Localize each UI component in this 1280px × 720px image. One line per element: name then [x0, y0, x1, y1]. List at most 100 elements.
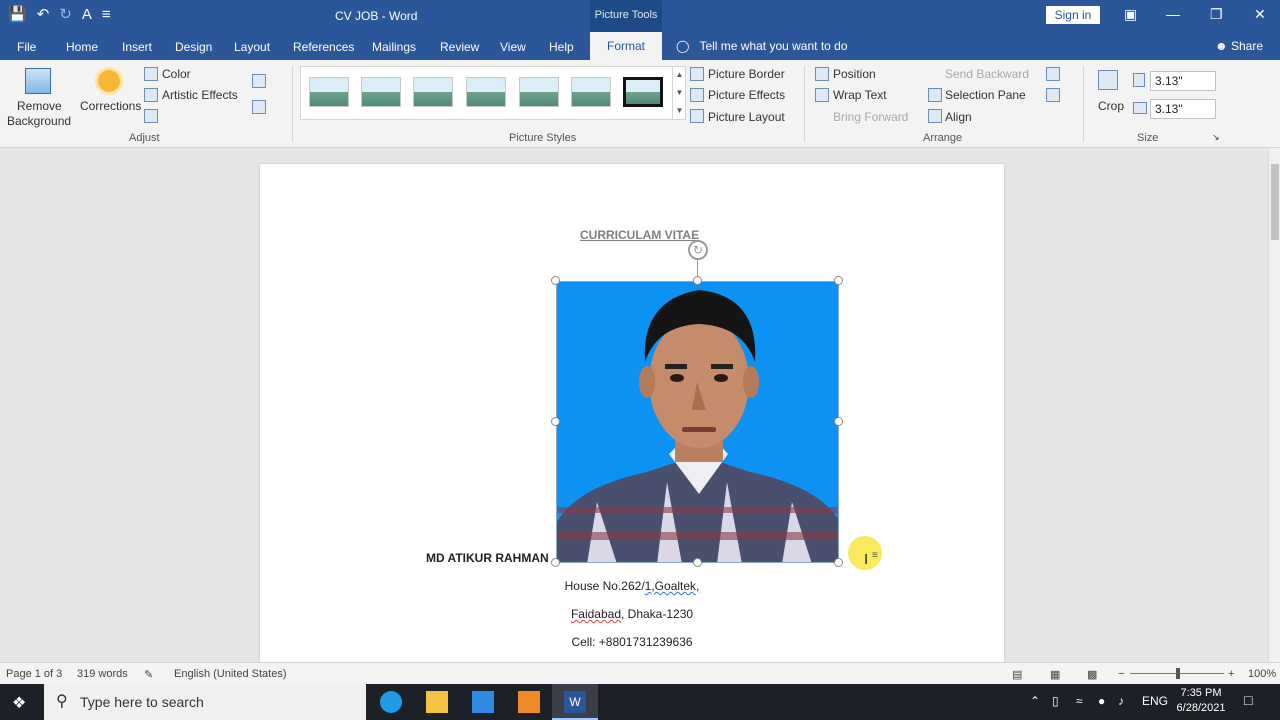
tab-references[interactable]: References	[293, 40, 354, 54]
scrollbar-thumb[interactable]	[1271, 164, 1279, 240]
remove-background-label-2[interactable]: Background	[7, 114, 71, 128]
picture-style-2[interactable]	[361, 77, 401, 107]
tab-home[interactable]: Home	[66, 40, 98, 54]
artistic-effects-icon	[144, 88, 158, 102]
battery-icon[interactable]: ▯	[1052, 694, 1059, 708]
tell-me-text: Tell me what you want to do	[699, 39, 848, 53]
redo-icon[interactable]: ↻	[59, 6, 72, 24]
taskbar-search[interactable]: ⚲ Type here to search	[44, 684, 366, 720]
microphone-icon[interactable]: ●	[1098, 694, 1105, 708]
send-backward-button[interactable]: Send Backward	[945, 67, 1029, 81]
web-layout-icon[interactable]: ▩	[1087, 668, 1097, 681]
show-hidden-icons-icon[interactable]: ⌃	[1030, 694, 1040, 708]
resize-handle-right[interactable]	[834, 417, 843, 426]
height-input[interactable]: 3.13"	[1150, 71, 1216, 91]
print-layout-icon[interactable]: ▦	[1050, 668, 1060, 681]
resize-handle-bottom-right[interactable]	[834, 558, 843, 567]
artistic-effects-button[interactable]: Artistic Effects	[162, 88, 238, 102]
picture-style-4[interactable]	[466, 77, 506, 107]
tab-mailings[interactable]: Mailings	[372, 40, 416, 54]
resize-handle-bottom[interactable]	[693, 558, 702, 567]
input-language[interactable]: ENG	[1142, 694, 1168, 708]
cell-number: Cell: +8801731239636	[571, 635, 693, 649]
corrections-icon[interactable]	[98, 70, 120, 92]
remove-background-icon[interactable]	[25, 68, 51, 94]
layout-options-icon[interactable]: ≡	[872, 550, 878, 561]
rotate-handle-icon[interactable]: ↻	[688, 240, 708, 260]
mail-icon[interactable]	[472, 691, 494, 713]
picture-style-1[interactable]	[309, 77, 349, 107]
color-button[interactable]: Color	[162, 67, 191, 81]
picture-style-5[interactable]	[519, 77, 559, 107]
tab-design[interactable]: Design	[175, 40, 212, 54]
resize-handle-top[interactable]	[693, 276, 702, 285]
compress-pictures-icon[interactable]	[252, 74, 266, 88]
zoom-in-icon[interactable]: +	[1228, 668, 1234, 680]
adjust-group-label: Adjust	[129, 132, 160, 144]
vertical-scrollbar[interactable]	[1268, 148, 1280, 662]
zoom-out-icon[interactable]: −	[1118, 668, 1124, 680]
wifi-icon[interactable]: ≈	[1076, 694, 1083, 708]
system-clock[interactable]: 7:35 PM 6/28/2021	[1170, 686, 1232, 716]
picture-effects-button[interactable]: Picture Effects	[708, 88, 785, 102]
minimize-icon[interactable]: —	[1166, 6, 1180, 22]
tab-help[interactable]: Help	[549, 40, 574, 54]
tab-file[interactable]: File	[17, 40, 36, 54]
change-picture-icon[interactable]	[252, 100, 266, 114]
width-input[interactable]: 3.13"	[1150, 99, 1216, 119]
save-icon[interactable]: 💾	[8, 6, 27, 24]
tab-review[interactable]: Review	[440, 40, 479, 54]
app-icon[interactable]	[518, 691, 540, 713]
tab-insert[interactable]: Insert	[122, 40, 152, 54]
read-mode-icon[interactable]: ▤	[1012, 668, 1022, 681]
picture-border-button[interactable]: Picture Border	[708, 67, 785, 81]
format-painter-icon[interactable]: A	[82, 6, 92, 24]
word-count[interactable]: 319 words	[77, 668, 128, 680]
picture-style-6[interactable]	[571, 77, 611, 107]
sign-in-button[interactable]: Sign in	[1046, 6, 1100, 24]
tell-me-search[interactable]: ◯ Tell me what you want to do	[676, 39, 848, 53]
resize-handle-top-right[interactable]	[834, 276, 843, 285]
remove-background-label-1[interactable]: Remove	[17, 99, 62, 113]
picture-layout-button[interactable]: Picture Layout	[708, 110, 785, 124]
zoom-slider-knob[interactable]	[1176, 668, 1180, 679]
crop-icon[interactable]	[1098, 70, 1118, 90]
position-button[interactable]: Position	[833, 67, 876, 81]
picture-style-7[interactable]	[623, 77, 663, 107]
file-explorer-icon[interactable]	[426, 691, 448, 713]
tab-view[interactable]: View	[500, 40, 526, 54]
align-button[interactable]: Align	[945, 110, 972, 124]
gallery-scroll-arrows[interactable]: ▲ ▼ ▼	[672, 66, 686, 120]
notifications-icon[interactable]: □	[1244, 692, 1252, 708]
transparency-icon[interactable]	[144, 109, 158, 123]
windows-start-icon[interactable]: ❖	[12, 693, 26, 713]
zoom-level[interactable]: 100%	[1248, 668, 1276, 680]
speaker-icon[interactable]: ♪	[1118, 694, 1124, 708]
wrap-text-button[interactable]: Wrap Text	[833, 88, 887, 102]
maximize-icon[interactable]: ❐	[1210, 6, 1223, 23]
picture-style-3[interactable]	[413, 77, 453, 107]
proofing-icon[interactable]: ✎	[144, 668, 153, 681]
resize-handle-left[interactable]	[551, 417, 560, 426]
size-dialog-launcher-icon[interactable]: ↘	[1212, 132, 1220, 143]
bring-forward-button[interactable]: Bring Forward	[833, 110, 908, 124]
page-count[interactable]: Page 1 of 3	[6, 668, 62, 680]
undo-icon[interactable]: ↶	[37, 6, 50, 24]
close-icon[interactable]: ✕	[1254, 6, 1266, 23]
group-objects-icon[interactable]	[1046, 67, 1060, 81]
share-button[interactable]: ☻ Share	[1215, 39, 1263, 53]
corrections-button[interactable]: Corrections	[80, 99, 141, 113]
rotate-icon[interactable]	[1046, 88, 1060, 102]
selection-pane-button[interactable]: Selection Pane	[945, 88, 1026, 102]
language-status[interactable]: English (United States)	[174, 668, 287, 680]
tab-layout[interactable]: Layout	[234, 40, 270, 54]
customize-qat-icon[interactable]: ≡	[102, 6, 111, 24]
edge-browser-icon[interactable]	[380, 691, 402, 713]
tab-format[interactable]: Format	[590, 32, 662, 60]
resize-handle-bottom-left[interactable]	[551, 558, 560, 567]
document-page[interactable]: CURRICULAM VITAE ↻ MD ATIKUR RAHMAN I ≡ …	[260, 164, 1004, 662]
ribbon-display-options-icon[interactable]: ▣	[1124, 6, 1137, 23]
profile-photo[interactable]	[556, 281, 839, 563]
crop-button[interactable]: Crop	[1098, 99, 1124, 113]
resize-handle-top-left[interactable]	[551, 276, 560, 285]
